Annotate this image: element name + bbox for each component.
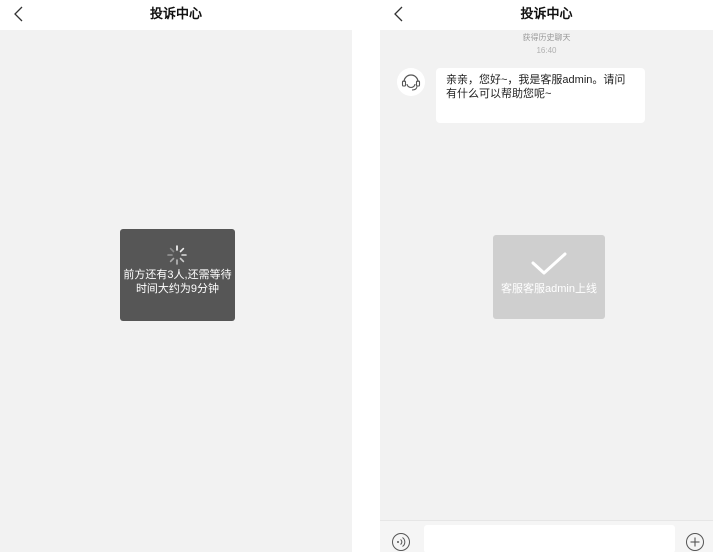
voice-icon[interactable]: [391, 532, 411, 552]
agent-online-text: 客服客服admin上线: [501, 283, 597, 295]
checkmark-icon: [531, 252, 567, 275]
spinner-icon: [167, 245, 187, 265]
queue-screen: 投诉中心 前方还有3人,还需等待时间大约为9分钟: [0, 0, 352, 552]
queue-wait-text: 前方还有3人,还需等待时间大约为9分钟: [123, 269, 232, 295]
page-title: 投诉中心: [520, 6, 573, 21]
agent-online-toast: 客服客服admin上线: [493, 235, 605, 319]
nav-bar: 投诉中心: [380, 0, 713, 30]
message-timestamp: 16:40: [536, 46, 557, 55]
agent-message-bubble: 亲亲，您好~，我是客服admin。请问有什么可以帮助您呢~: [436, 68, 645, 123]
page-title: 投诉中心: [149, 6, 202, 21]
headset-icon: [397, 68, 425, 96]
message-input[interactable]: [424, 525, 675, 552]
plus-icon[interactable]: [685, 532, 705, 552]
nav-bar: 投诉中心: [0, 0, 352, 30]
queue-loading-toast: 前方还有3人,还需等待时间大约为9分钟: [120, 229, 235, 321]
chat-input-bar: [380, 520, 713, 552]
history-chat-link[interactable]: 获得历史聊天: [380, 32, 713, 43]
chat-screen: 投诉中心 获得历史聊天 16:40 亲亲，您好~，我是客服admin。请问有什么…: [380, 0, 713, 552]
